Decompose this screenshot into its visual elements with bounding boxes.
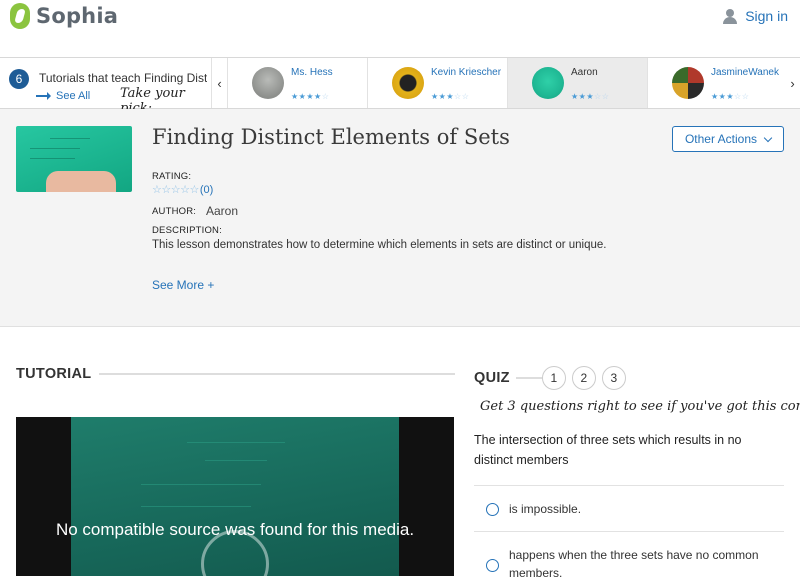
sophia-logo-icon [10,3,30,29]
chevron-right-icon: › [790,75,795,91]
sign-in-label: Sign in [745,8,788,24]
avatar [532,67,564,99]
lesson-info-panel: Finding Distinct Elements of Sets Other … [0,109,800,327]
lesson-thumbnail[interactable] [16,126,132,192]
tutor-rating-stars: ★★★★☆ [291,92,330,101]
video-error-message: No compatible source was found for this … [55,520,415,539]
quiz-question-text: The intersection of three sets which res… [474,433,742,467]
tutor-name: Ms. Hess [291,67,333,78]
thumbnail-whiteboard-image [30,132,110,162]
tutor-name: Aaron [571,67,598,78]
site-header: Sophia Sign in [0,0,800,36]
quiz-question-1-button[interactable]: 1 [541,366,566,390]
other-actions-button[interactable]: Other Actions [672,126,784,152]
quiz-option-2[interactable]: happens when the three sets have no comm… [474,531,784,580]
quiz-question-3-button[interactable]: 3 [601,366,626,390]
tutor-name: Kevin Kriescher [431,67,502,78]
rating-stars[interactable]: ☆☆☆☆☆ [152,183,199,196]
quiz-option-label: is impossible. [509,502,582,516]
user-icon [723,9,738,24]
carousel-next-button[interactable]: › [785,58,800,108]
quiz-label: QUIZ [474,370,510,386]
avatar [672,67,704,99]
see-more-link[interactable]: See More + [152,278,214,292]
author-name: Aaron [206,204,239,218]
arrow-right-icon [36,92,51,100]
tutor-rating-stars: ★★★☆☆ [431,92,470,101]
strip-title: Tutorials that teach Finding Distinct El… [39,71,207,85]
lesson-description: This lesson demonstrates how to determin… [152,239,607,251]
quiz-option-1[interactable]: is impossible. [474,485,784,531]
video-player[interactable]: No compatible source was found for this … [16,417,454,576]
tutor-card-kevin-kriescher[interactable]: Kevin Kriescher ★★★☆☆ [367,58,507,108]
other-actions-label: Other Actions [684,132,758,146]
tutor-card-ms-hess[interactable]: Ms. Hess ★★★★☆ [227,58,367,108]
see-all-link[interactable]: See All [36,90,90,102]
see-all-label: See All [56,90,91,102]
rating-label: RATING: [152,171,192,182]
carousel-prev-button[interactable]: ‹ [211,58,227,108]
author-label: AUTHOR: [152,206,197,217]
tutorials-strip: 6 Tutorials that teach Finding Distinct … [0,57,800,116]
tutor-card-jasminewanek[interactable]: JasmineWanek ★★★☆☆ [647,58,785,108]
tutor-rating-stars: ★★★☆☆ [711,92,750,101]
whiteboard-sets-image [141,475,261,507]
radio-icon[interactable] [486,503,499,516]
tutorial-label: TUTORIAL [16,366,92,382]
tutor-card-aaron[interactable]: Aaron ★★★☆☆ [507,58,647,108]
thumbnail-hand-image [46,171,116,192]
quiz-heading: QUIZ 1 2 3 [474,366,626,390]
tutorial-count-badge: 6 [9,69,29,89]
avatar [252,67,284,99]
quiz-prompt: Get 3 questions right to see if you've g… [480,399,800,414]
tutor-rating-stars: ★★★☆☆ [571,92,610,101]
tutor-name: JasmineWanek [711,67,779,78]
divider [515,377,542,379]
brand-name: Sophia [36,4,119,28]
rating-count: (0) [199,183,214,196]
sign-in-link[interactable]: Sign in [723,8,788,24]
sophia-logo[interactable]: Sophia [10,3,118,29]
lesson-title: Finding Distinct Elements of Sets [152,125,510,149]
chevron-down-icon [763,133,773,142]
quiz-question-2-button[interactable]: 2 [571,366,596,390]
avatar [392,67,424,99]
chevron-left-icon: ‹ [217,75,222,91]
whiteboard-writing-image [181,429,291,461]
quiz-option-label: happens when the three sets have no comm… [509,548,759,580]
tutorial-heading: TUTORIAL [16,366,456,382]
description-label: DESCRIPTION: [152,225,222,236]
strip-info: 6 Tutorials that teach Finding Distinct … [0,58,211,116]
rating-widget[interactable]: ☆☆☆☆☆ (0) [152,183,214,197]
divider [99,373,456,375]
radio-icon[interactable] [486,559,499,572]
